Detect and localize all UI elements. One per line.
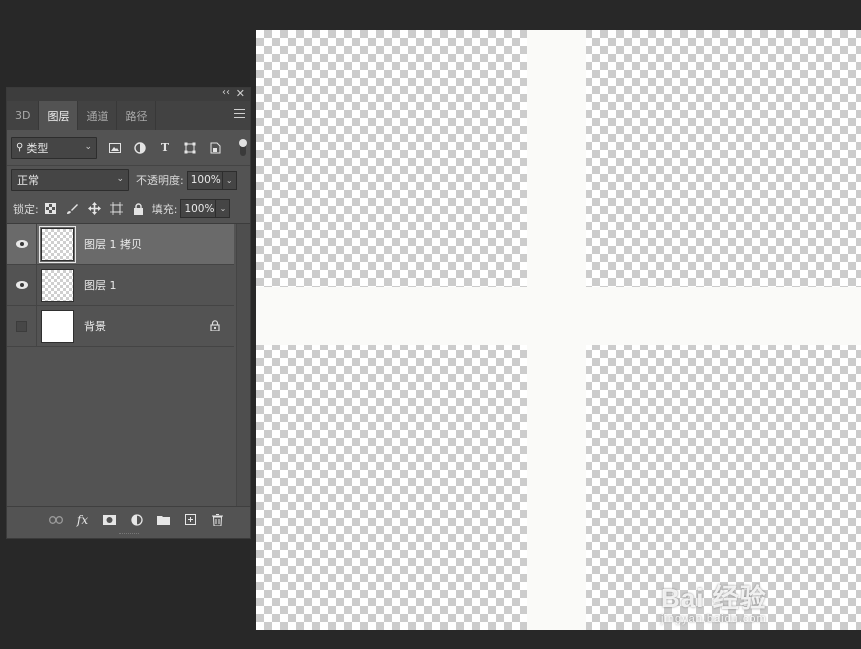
layers-list: 图层 1 拷贝 图层 1 背景 <box>7 224 250 507</box>
fx-icon[interactable]: fx <box>75 512 90 527</box>
smart-object-filter-icon[interactable] <box>208 141 222 155</box>
panel-menu-icon[interactable] <box>234 109 245 121</box>
tab-layers[interactable]: 图层 <box>39 101 79 130</box>
lock-row: 锁定: 填充: 100% ⌄ <box>7 194 250 224</box>
document-canvas[interactable]: Bai 经验 jingyan.baidu.com <box>256 30 861 630</box>
search-icon: ⚲ <box>16 142 24 153</box>
panel-title-bar[interactable]: ‹‹ ✕ <box>7 87 250 101</box>
mask-icon[interactable] <box>102 512 117 527</box>
blend-mode-select[interactable]: 正常 ⌄ <box>11 169 129 191</box>
tab-paths[interactable]: 路径 <box>117 101 157 130</box>
visibility-toggle[interactable] <box>7 224 37 264</box>
layer-row[interactable]: 图层 1 <box>7 265 234 306</box>
lock-position-icon[interactable] <box>87 202 101 215</box>
fill-dropdown-icon[interactable]: ⌄ <box>216 199 231 218</box>
opacity-label: 不透明度: <box>136 174 184 187</box>
eye-icon <box>15 281 28 289</box>
layer-row[interactable]: 图层 1 拷贝 <box>7 224 234 265</box>
lock-transparent-pixels-icon[interactable] <box>44 202 57 215</box>
opacity-input[interactable]: 100% <box>186 170 223 190</box>
layer-name: 背景 <box>84 320 106 333</box>
layer-thumbnail <box>39 225 76 263</box>
close-icon[interactable]: ✕ <box>236 87 245 100</box>
fill-input[interactable]: 100% <box>180 199 217 218</box>
lock-artboard-icon[interactable] <box>109 202 123 215</box>
filter-kind-value: 类型 <box>26 141 49 155</box>
lock-all-icon[interactable] <box>132 202 145 215</box>
folder-icon[interactable] <box>156 512 171 527</box>
image-filter-icon[interactable] <box>108 141 122 155</box>
watermark-sub-text: jingyan.baidu.com <box>661 613 767 625</box>
lock-label: 锁定: <box>13 202 39 216</box>
lock-image-pixels-icon[interactable] <box>66 202 79 215</box>
layer-thumbnail <box>41 309 74 343</box>
layer-name: 图层 1 <box>84 279 117 292</box>
chevron-down-icon: ⌄ <box>84 141 92 152</box>
eye-icon <box>15 240 28 248</box>
link-icon[interactable] <box>48 512 63 527</box>
panel-tabs: 3D 图层 通道 路径 <box>7 101 250 130</box>
visibility-toggle[interactable] <box>7 265 37 305</box>
filter-kind-select[interactable]: ⚲ 类型 ⌄ <box>11 136 97 159</box>
layers-panel: ‹‹ ✕ 3D 图层 通道 路径 ⚲ 类型 ⌄ T 正常 ⌄ 不透明度: 100… <box>6 87 251 539</box>
new-layer-icon[interactable] <box>183 512 198 527</box>
resize-grip[interactable] <box>119 533 139 538</box>
adjustment-layer-icon[interactable] <box>129 512 144 527</box>
layers-bottom-toolbar: fx <box>7 506 250 532</box>
trash-icon[interactable] <box>210 512 225 527</box>
filter-toggle[interactable] <box>239 139 247 156</box>
hidden-visibility-box <box>16 320 27 332</box>
filter-row: ⚲ 类型 ⌄ T <box>7 130 250 166</box>
adjustment-filter-icon[interactable] <box>133 141 147 155</box>
blend-mode-value: 正常 <box>17 174 39 187</box>
opacity-dropdown-icon[interactable]: ⌄ <box>222 170 237 190</box>
fill-label: 填充: <box>151 202 178 216</box>
type-filter-icon[interactable]: T <box>158 141 172 155</box>
collapse-icon[interactable]: ‹‹ <box>222 87 230 98</box>
tab-3d[interactable]: 3D <box>7 101 40 130</box>
layer-row[interactable]: 背景 <box>7 306 234 347</box>
watermark: Bai 经验 jingyan.baidu.com <box>661 578 851 628</box>
lock-icon[interactable] <box>210 320 220 334</box>
layer-name: 图层 1 拷贝 <box>84 238 142 251</box>
watermark-main-text: Bai 经验 <box>661 583 767 613</box>
tab-channels[interactable]: 通道 <box>78 101 118 130</box>
shape-filter-icon[interactable] <box>183 141 197 155</box>
layers-scrollbar[interactable] <box>236 224 250 507</box>
layer-thumbnail <box>41 268 74 302</box>
visibility-toggle[interactable] <box>7 306 37 346</box>
horizontal-white-bar <box>256 287 861 345</box>
chevron-down-icon: ⌄ <box>116 174 124 184</box>
blend-row: 正常 ⌄ 不透明度: 100% ⌄ <box>7 166 250 194</box>
